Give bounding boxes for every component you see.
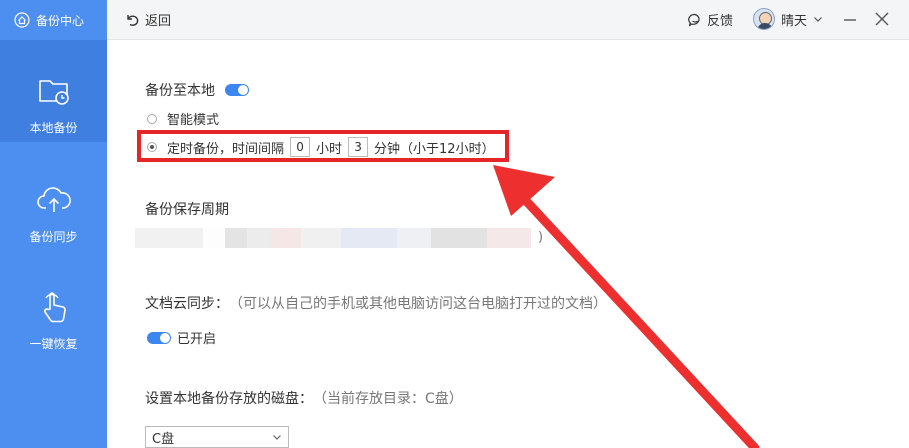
close-icon[interactable]: [873, 10, 891, 28]
chevron-down-icon: [814, 17, 822, 22]
disk-selected-value: C盘: [152, 431, 175, 447]
sidebar-item-label: 本地备份: [29, 121, 78, 135]
sidebar-item-label: 一键恢复: [29, 337, 78, 351]
local-backup-header: 备份至本地: [145, 80, 249, 100]
disk-select[interactable]: C盘: [145, 426, 289, 448]
highlight-box: [137, 130, 509, 162]
smart-mode-label: 智能模式: [167, 113, 220, 128]
blurred-region: [135, 228, 531, 248]
home-icon: [14, 12, 30, 28]
sidebar-item-label: 备份同步: [29, 230, 78, 244]
minimize-icon[interactable]: [841, 10, 859, 28]
user-name: 晴天: [781, 13, 808, 29]
doc-sync-description: （可以从自己的手机或其他电脑访问这台电脑打开过的文档）: [229, 296, 607, 312]
smart-mode-radio[interactable]: [147, 113, 157, 124]
back-button[interactable]: 返回: [125, 10, 171, 29]
local-backup-toggle[interactable]: [225, 84, 249, 96]
doc-sync-title: 文档云同步：: [145, 296, 229, 312]
brand-label: 备份中心: [36, 13, 85, 28]
hand-pointer-icon: [43, 292, 66, 323]
sidebar-item-backup-sync[interactable]: 备份同步: [0, 180, 107, 245]
cloud-upload-icon: [36, 187, 71, 212]
feedback-label: 反馈: [707, 14, 734, 29]
folder-clock-icon: [38, 80, 69, 105]
retention-header: 备份保存周期: [145, 199, 229, 219]
sidebar-brand: 备份中心: [0, 0, 107, 40]
disk-title: 设置本地备份存放的磁盘：: [145, 391, 313, 407]
retention-title: 备份保存周期: [145, 202, 229, 218]
disk-header: 设置本地备份存放的磁盘： （当前存放目录：C盘）: [145, 388, 463, 408]
sidebar-item-one-click-restore[interactable]: 一键恢复: [0, 287, 107, 352]
doc-sync-header: 文档云同步： （可以从自己的手机或其他电脑访问这台电脑打开过的文档）: [145, 293, 607, 313]
sidebar: 备份中心 本地备份 备份同步 一键恢复: [0, 0, 107, 448]
chat-bubble-icon: [688, 13, 700, 26]
undo-icon: [127, 14, 139, 26]
sidebar-item-local-backup[interactable]: 本地备份: [0, 40, 107, 142]
retention-trailing: ): [538, 230, 544, 245]
main-content: 备份至本地 智能模式 定时备份，时间间隔 小时 分钟（小于12小时） 备份保存周…: [107, 41, 909, 448]
doc-sync-status-label: 已开启: [177, 332, 217, 347]
avatar: [753, 8, 775, 30]
feedback-button[interactable]: 反馈: [687, 10, 733, 29]
user-menu[interactable]: 晴天: [753, 8, 823, 30]
smart-mode-option[interactable]: 智能模式: [147, 109, 219, 128]
top-bar: 返回 反馈 晴天: [107, 0, 909, 40]
local-backup-title: 备份至本地: [145, 83, 215, 99]
disk-current: （当前存放目录：C盘）: [313, 391, 463, 407]
back-label: 返回: [145, 14, 172, 29]
doc-sync-status: 已开启: [147, 328, 216, 347]
chevron-down-icon: [273, 435, 281, 440]
doc-sync-toggle[interactable]: [147, 331, 171, 344]
